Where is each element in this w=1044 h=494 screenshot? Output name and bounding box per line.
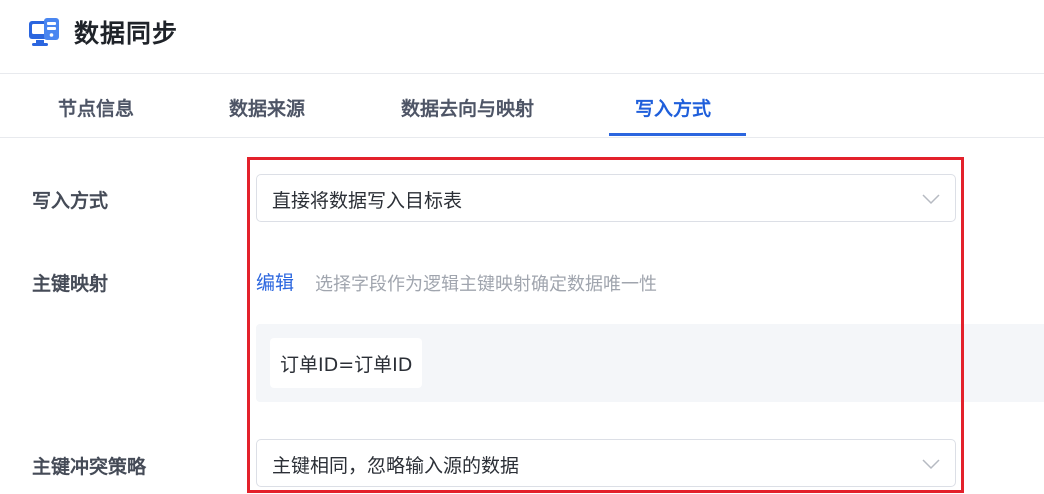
- tab-node-info[interactable]: 节点信息: [58, 94, 134, 121]
- chevron-down-icon: [922, 459, 940, 470]
- write-mode-label: 写入方式: [32, 190, 109, 212]
- conflict-strategy-select[interactable]: 主键相同，忽略输入源的数据: [256, 439, 956, 487]
- primary-key-mapping-panel: 订单ID=订单ID: [256, 324, 1044, 402]
- tab-bar: 节点信息 数据来源 数据去向与映射 写入方式: [0, 74, 1044, 138]
- window-control-icon[interactable]: [826, 0, 854, 2]
- active-tab-indicator: [609, 133, 746, 136]
- page-title: 数据同步: [74, 19, 179, 48]
- write-mode-value: 直接将数据写入目标表: [272, 190, 463, 212]
- primary-key-hint: 选择字段作为逻辑主键映射确定数据唯一性: [315, 274, 657, 295]
- write-mode-select[interactable]: 直接将数据写入目标表: [256, 174, 956, 222]
- tab-data-destination-mapping[interactable]: 数据去向与映射: [401, 94, 534, 121]
- tab-data-source[interactable]: 数据来源: [229, 94, 305, 121]
- conflict-strategy-label: 主键冲突策略: [32, 456, 147, 478]
- edit-primary-key-link[interactable]: 编辑: [256, 268, 294, 295]
- mapping-tag: 订单ID=订单ID: [270, 338, 423, 388]
- chevron-down-icon: [922, 194, 940, 205]
- data-sync-icon: [29, 18, 59, 46]
- page-header: 数据同步: [0, 0, 1044, 74]
- primary-key-mapping-label: 主键映射: [32, 273, 109, 295]
- conflict-strategy-value: 主键相同，忽略输入源的数据: [272, 455, 520, 477]
- tab-write-mode[interactable]: 写入方式: [635, 94, 711, 121]
